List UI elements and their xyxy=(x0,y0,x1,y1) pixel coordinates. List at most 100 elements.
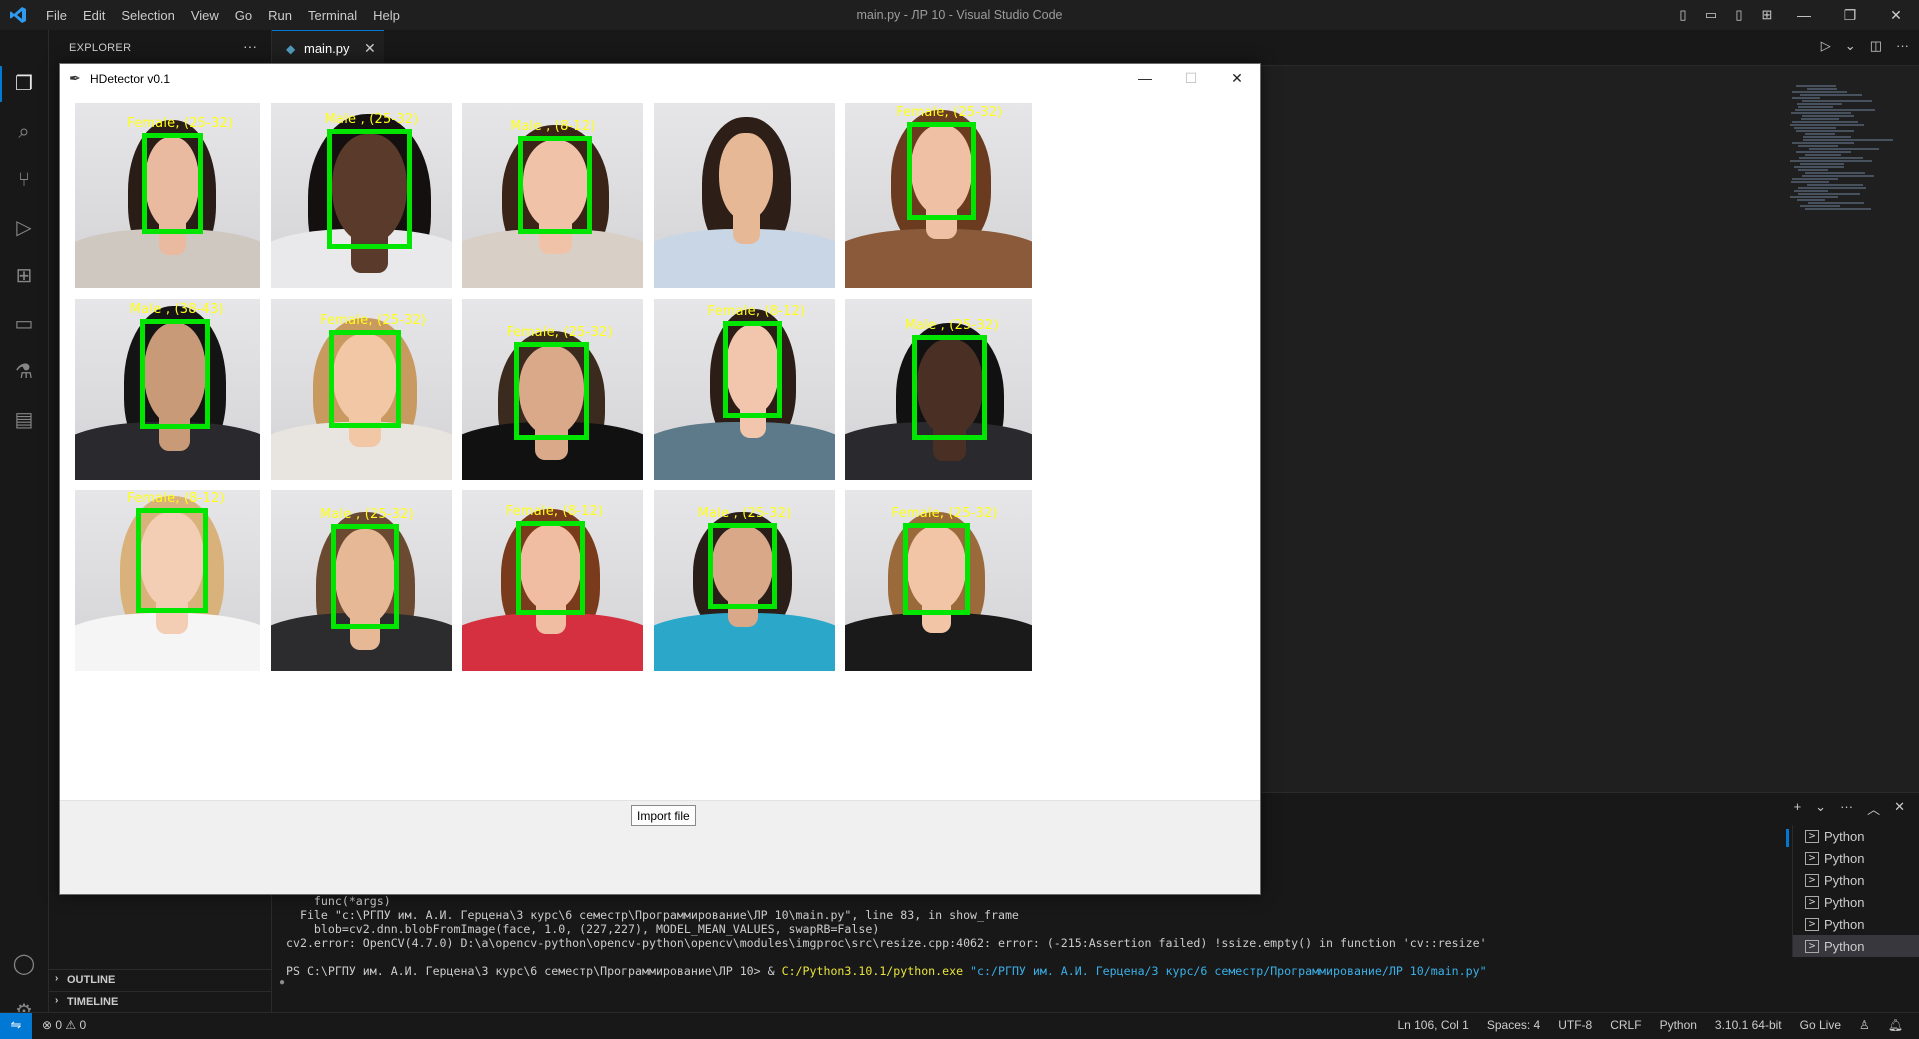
toggle-secondary-sidebar-icon[interactable]: ▯ xyxy=(1725,7,1753,23)
terminal-icon: > xyxy=(1805,896,1819,909)
tab-main-py[interactable]: ◆ main.py ✕ xyxy=(272,30,384,66)
restore-icon[interactable]: ❐ xyxy=(1827,7,1873,24)
more-actions-icon[interactable]: ··· xyxy=(1840,799,1853,818)
notifications-bell-icon[interactable]: 🔔︎ xyxy=(1888,1018,1903,1032)
terminal-prompt: PS C:\РГПУ им. А.И. Герцена\3 курс\6 сем… xyxy=(286,964,1487,978)
prediction-label: Female, (8-12) xyxy=(127,491,225,506)
face-photo: Female, (25-32) xyxy=(845,103,1032,288)
testing-icon[interactable]: ⚗ xyxy=(12,360,36,384)
cursor-position[interactable]: Ln 106, Col 1 xyxy=(1397,1018,1468,1032)
new-terminal-icon[interactable]: + xyxy=(1794,799,1802,818)
terminal-session-item[interactable]: > Python xyxy=(1793,891,1919,913)
face-detection-box xyxy=(136,508,208,613)
tab-close-icon[interactable]: ✕ xyxy=(364,40,376,57)
close-icon[interactable]: ✕ xyxy=(1214,64,1260,93)
terminal-session-item[interactable]: > Python xyxy=(1793,913,1919,935)
extensions-icon[interactable]: ⊞ xyxy=(12,264,36,288)
face-photo: Male , (25-32) xyxy=(271,103,452,288)
prompt-text: PS C:\РГПУ им. А.И. Герцена\3 курс\6 сем… xyxy=(286,964,782,978)
status-bar: ⇋ ⊗ 0 ⚠ 0 Ln 106, Col 1 Spaces: 4 UTF-8 … xyxy=(0,1012,1919,1039)
terminal-line: cv2.error: OpenCV(4.7.0) D:\a\opencv-pyt… xyxy=(286,936,1487,950)
terminal-session-item[interactable]: > Python xyxy=(1793,825,1919,847)
terminal-dropdown-icon[interactable]: ⌄ xyxy=(1815,799,1826,818)
face-photo: Female, (8-12) xyxy=(462,490,643,671)
terminal-scroll-indicator xyxy=(1786,829,1789,847)
language-mode[interactable]: Python xyxy=(1660,1018,1697,1032)
face-photo: Male , (25-32) xyxy=(654,490,835,671)
line-ending[interactable]: CRLF xyxy=(1610,1018,1641,1032)
prediction-label: Female, (8-12) xyxy=(506,504,604,519)
timeline-section[interactable]: › TIMELINE xyxy=(49,991,271,1014)
close-icon[interactable]: ✕ xyxy=(1873,7,1919,24)
face-photo: Female, (8-12) xyxy=(654,299,835,480)
terminal-session-item-active[interactable]: > Python xyxy=(1793,935,1919,957)
indentation[interactable]: Spaces: 4 xyxy=(1487,1018,1540,1032)
face-photo: Female, (25-32) xyxy=(845,490,1032,671)
terminal-line: File "c:\РГПУ им. А.И. Герцена\3 курс\6 … xyxy=(286,908,1019,922)
prediction-label: Female, (25-32) xyxy=(320,313,426,328)
docker-icon[interactable]: ▤ xyxy=(12,408,36,432)
prediction-label: Male , (25-32) xyxy=(325,112,419,127)
session-label: Python xyxy=(1824,895,1864,910)
close-panel-icon[interactable]: ✕ xyxy=(1894,799,1905,818)
accounts-icon[interactable]: ◯ xyxy=(12,952,36,976)
prediction-label: Male , (25-32) xyxy=(698,506,792,521)
run-python-file-icon[interactable]: ▷ xyxy=(1821,38,1831,54)
go-live-button[interactable]: Go Live xyxy=(1800,1018,1841,1032)
command-decoration-icon: ● xyxy=(279,977,285,988)
toggle-primary-sidebar-icon[interactable]: ▯ xyxy=(1669,7,1697,23)
explorer-icon[interactable]: ❐ xyxy=(12,72,36,96)
face-detection-box xyxy=(518,136,592,234)
encoding[interactable]: UTF-8 xyxy=(1558,1018,1592,1032)
face-detection-box xyxy=(327,129,412,249)
chevron-right-icon: › xyxy=(55,995,58,1006)
face-detection-box xyxy=(907,122,976,220)
remote-indicator-icon[interactable]: ⇋ xyxy=(0,1013,32,1039)
toggle-panel-icon[interactable]: ▭ xyxy=(1697,7,1725,23)
activity-bar: ❐ ⌕ ⑂ ▷ ⊞ ▭ ⚗ ▤ ◯ ⚙ xyxy=(0,30,49,1012)
face-detection-box xyxy=(514,342,588,440)
face-photo: Female, (8-12) xyxy=(75,490,260,671)
chevron-right-icon: › xyxy=(55,973,58,984)
maximize-icon: ☐ xyxy=(1168,64,1214,93)
explorer-header: EXPLORER xyxy=(69,42,131,54)
timeline-label: TIMELINE xyxy=(67,996,118,1008)
terminal-session-item[interactable]: > Python xyxy=(1793,847,1919,869)
outline-label: OUTLINE xyxy=(67,974,115,986)
session-label: Python xyxy=(1824,851,1864,866)
face-detection-box xyxy=(516,521,585,615)
prediction-label: Female, (25-32) xyxy=(896,105,1002,120)
editor-tab-bar: ◆ main.py ✕ xyxy=(272,30,1919,66)
outline-section[interactable]: › OUTLINE xyxy=(49,969,271,992)
import-file-button[interactable]: Import file xyxy=(631,805,696,826)
prediction-label: Female, (8-12) xyxy=(708,304,806,319)
minimap[interactable] xyxy=(1790,84,1890,344)
problems-status[interactable]: ⊗ 0 ⚠ 0 xyxy=(42,1018,86,1032)
split-editor-icon[interactable]: ◫ xyxy=(1870,38,1882,54)
maximize-panel-icon[interactable]: ︿ xyxy=(1867,799,1880,818)
python-interpreter[interactable]: 3.10.1 64-bit xyxy=(1715,1018,1782,1032)
face-detection-box xyxy=(331,524,400,629)
minimize-icon[interactable]: — xyxy=(1122,64,1168,93)
face-detection-box xyxy=(140,319,210,429)
editor-actions: ▷ ⌄ ◫ ··· xyxy=(1821,38,1909,54)
customize-layout-icon[interactable]: ⊞ xyxy=(1753,7,1781,23)
search-icon[interactable]: ⌕ xyxy=(12,120,36,144)
run-debug-icon[interactable]: ▷ xyxy=(12,216,36,240)
source-control-icon[interactable]: ⑂ xyxy=(12,168,36,192)
face-photo: Male , (8-12) xyxy=(462,103,643,288)
hdetector-title: HDetector v0.1 xyxy=(90,72,170,86)
face-photo: Female, (25-32) xyxy=(75,103,260,288)
more-actions-icon[interactable]: ··· xyxy=(243,38,257,54)
terminal-session-item[interactable]: > Python xyxy=(1793,869,1919,891)
minimize-icon[interactable]: — xyxy=(1781,7,1827,23)
more-actions-icon[interactable]: ··· xyxy=(1896,38,1909,54)
run-dropdown-icon[interactable]: ⌄ xyxy=(1845,38,1856,54)
terminal-icon: > xyxy=(1805,830,1819,843)
terminal-session-list: > Python > Python > Python > Python > Python … xyxy=(1792,825,1919,957)
hdetector-window-controls: — ☐ ✕ xyxy=(1122,64,1260,93)
remote-explorer-icon[interactable]: ▭ xyxy=(12,312,36,336)
python-file-icon: ◆ xyxy=(286,42,295,56)
accounts-status-icon[interactable]: ♙ xyxy=(1859,1018,1870,1032)
terminal-icon: > xyxy=(1805,852,1819,865)
